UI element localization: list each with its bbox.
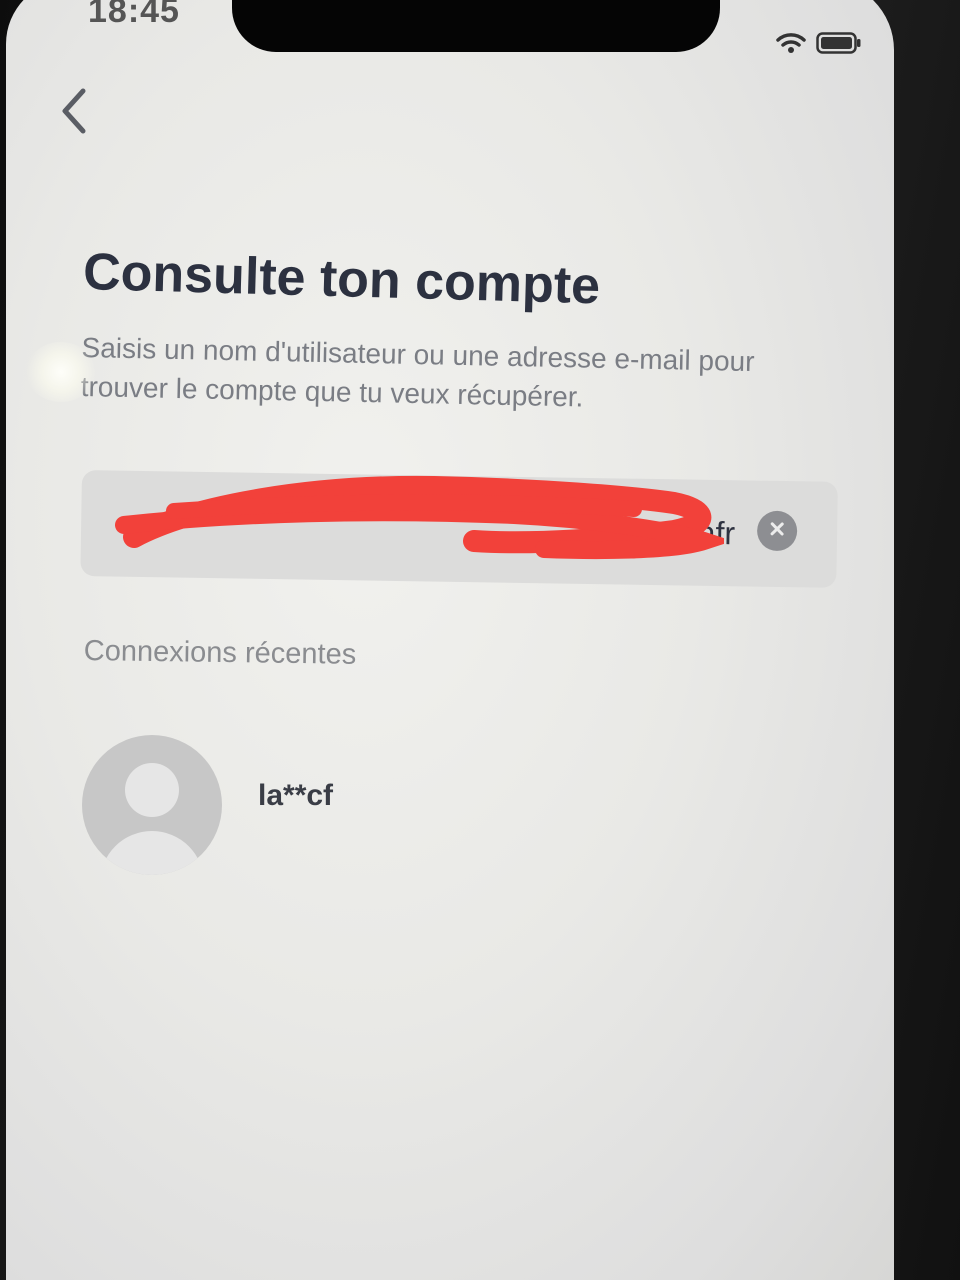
wifi-icon — [776, 32, 806, 59]
recent-account-item[interactable]: la**cf — [82, 735, 582, 875]
page-title: Consulte ton compte — [82, 242, 601, 316]
chevron-left-icon — [57, 87, 91, 140]
avatar-head — [125, 763, 179, 817]
battery-icon — [816, 32, 862, 59]
search-input[interactable] — [114, 498, 736, 559]
search-field[interactable] — [80, 470, 838, 588]
clear-button[interactable] — [756, 510, 798, 552]
recent-logins-label: Connexions récentes — [83, 635, 357, 671]
phone-screen: 18:45 Consulte ton compte Saisis un nom … — [6, 0, 894, 1280]
notch — [232, 0, 720, 52]
status-icons — [776, 32, 862, 59]
avatar-body — [100, 831, 204, 875]
page-subtitle: Saisis un nom d'utilisateur ou une adres… — [80, 331, 755, 413]
status-time: 18:45 — [88, 0, 180, 30]
close-circle-icon — [768, 519, 786, 542]
account-username: la**cf — [258, 779, 334, 812]
default-avatar-icon — [82, 735, 222, 875]
back-button[interactable] — [46, 85, 102, 141]
photo-frame: 18:45 Consulte ton compte Saisis un nom … — [0, 0, 960, 1280]
